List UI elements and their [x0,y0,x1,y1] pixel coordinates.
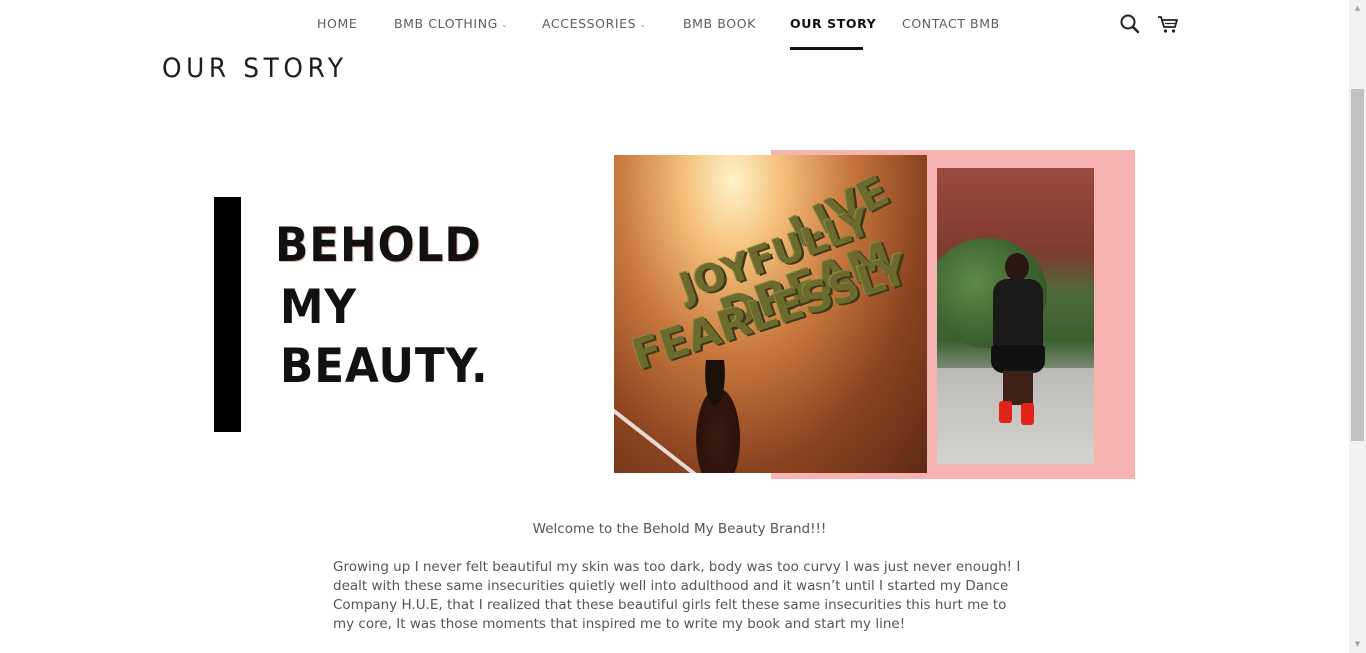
nav-home[interactable]: HOME [317,16,357,31]
story-paragraph: Growing up I never felt beautiful my ski… [333,559,1021,632]
photo-wall-quote: LIVE JOYFULLY DREAM FEARLESSLY [614,155,927,473]
logo-text-line-3: BEAUTY. [280,339,489,394]
red-boot [999,401,1012,423]
chevron-down-icon: ⌄ [639,20,647,29]
chevron-down-icon: ⌄ [500,20,509,29]
photo-person [987,253,1049,425]
nav-contact-bmb[interactable]: CONTACT BMB [902,16,1000,31]
person-head [1005,253,1029,281]
nav-accessories[interactable]: ACCESSORIES ⌄ [542,16,647,31]
nav-bmb-clothing[interactable]: BMB CLOTHING ⌄ [394,16,508,31]
logo-text-line-2: MY [280,280,358,335]
page-title: OUR STORY [162,53,348,84]
logo-text-line-1: BEHOLD [275,218,482,273]
nav-accessories-label: ACCESSORIES [542,16,637,31]
scrollbar-thumb[interactable] [1351,89,1364,441]
photo-person [684,360,746,473]
vertical-scrollbar[interactable]: ▲ ▼ [1349,0,1366,653]
active-nav-indicator [790,47,863,50]
search-icon-glyph [1120,14,1140,34]
person-torso [993,279,1043,349]
photo-outdoor-portrait [937,168,1094,464]
cart-icon[interactable] [1156,12,1180,36]
scroll-down-arrow-icon[interactable]: ▼ [1349,636,1366,653]
logo-bar [214,197,241,432]
person-skirt [991,345,1045,373]
scroll-up-arrow-icon[interactable]: ▲ [1349,0,1366,17]
search-icon[interactable] [1118,12,1142,36]
red-boot [1021,403,1034,425]
welcome-text: Welcome to the Behold My Beauty Brand!!! [532,521,827,537]
nav-bmb-book[interactable]: BMB BOOK [683,16,756,31]
main-navigation: HOME BMB CLOTHING ⌄ ACCESSORIES ⌄ BMB BOOK… [0,0,1349,52]
person-legs [1003,371,1033,405]
page: HOME BMB CLOTHING ⌄ ACCESSORIES ⌄ BMB BOOK… [0,0,1366,653]
nav-bmb-clothing-label: BMB CLOTHING [394,16,498,31]
cart-icon-glyph [1158,16,1178,33]
nav-our-story[interactable]: OUR STORY [790,16,876,31]
